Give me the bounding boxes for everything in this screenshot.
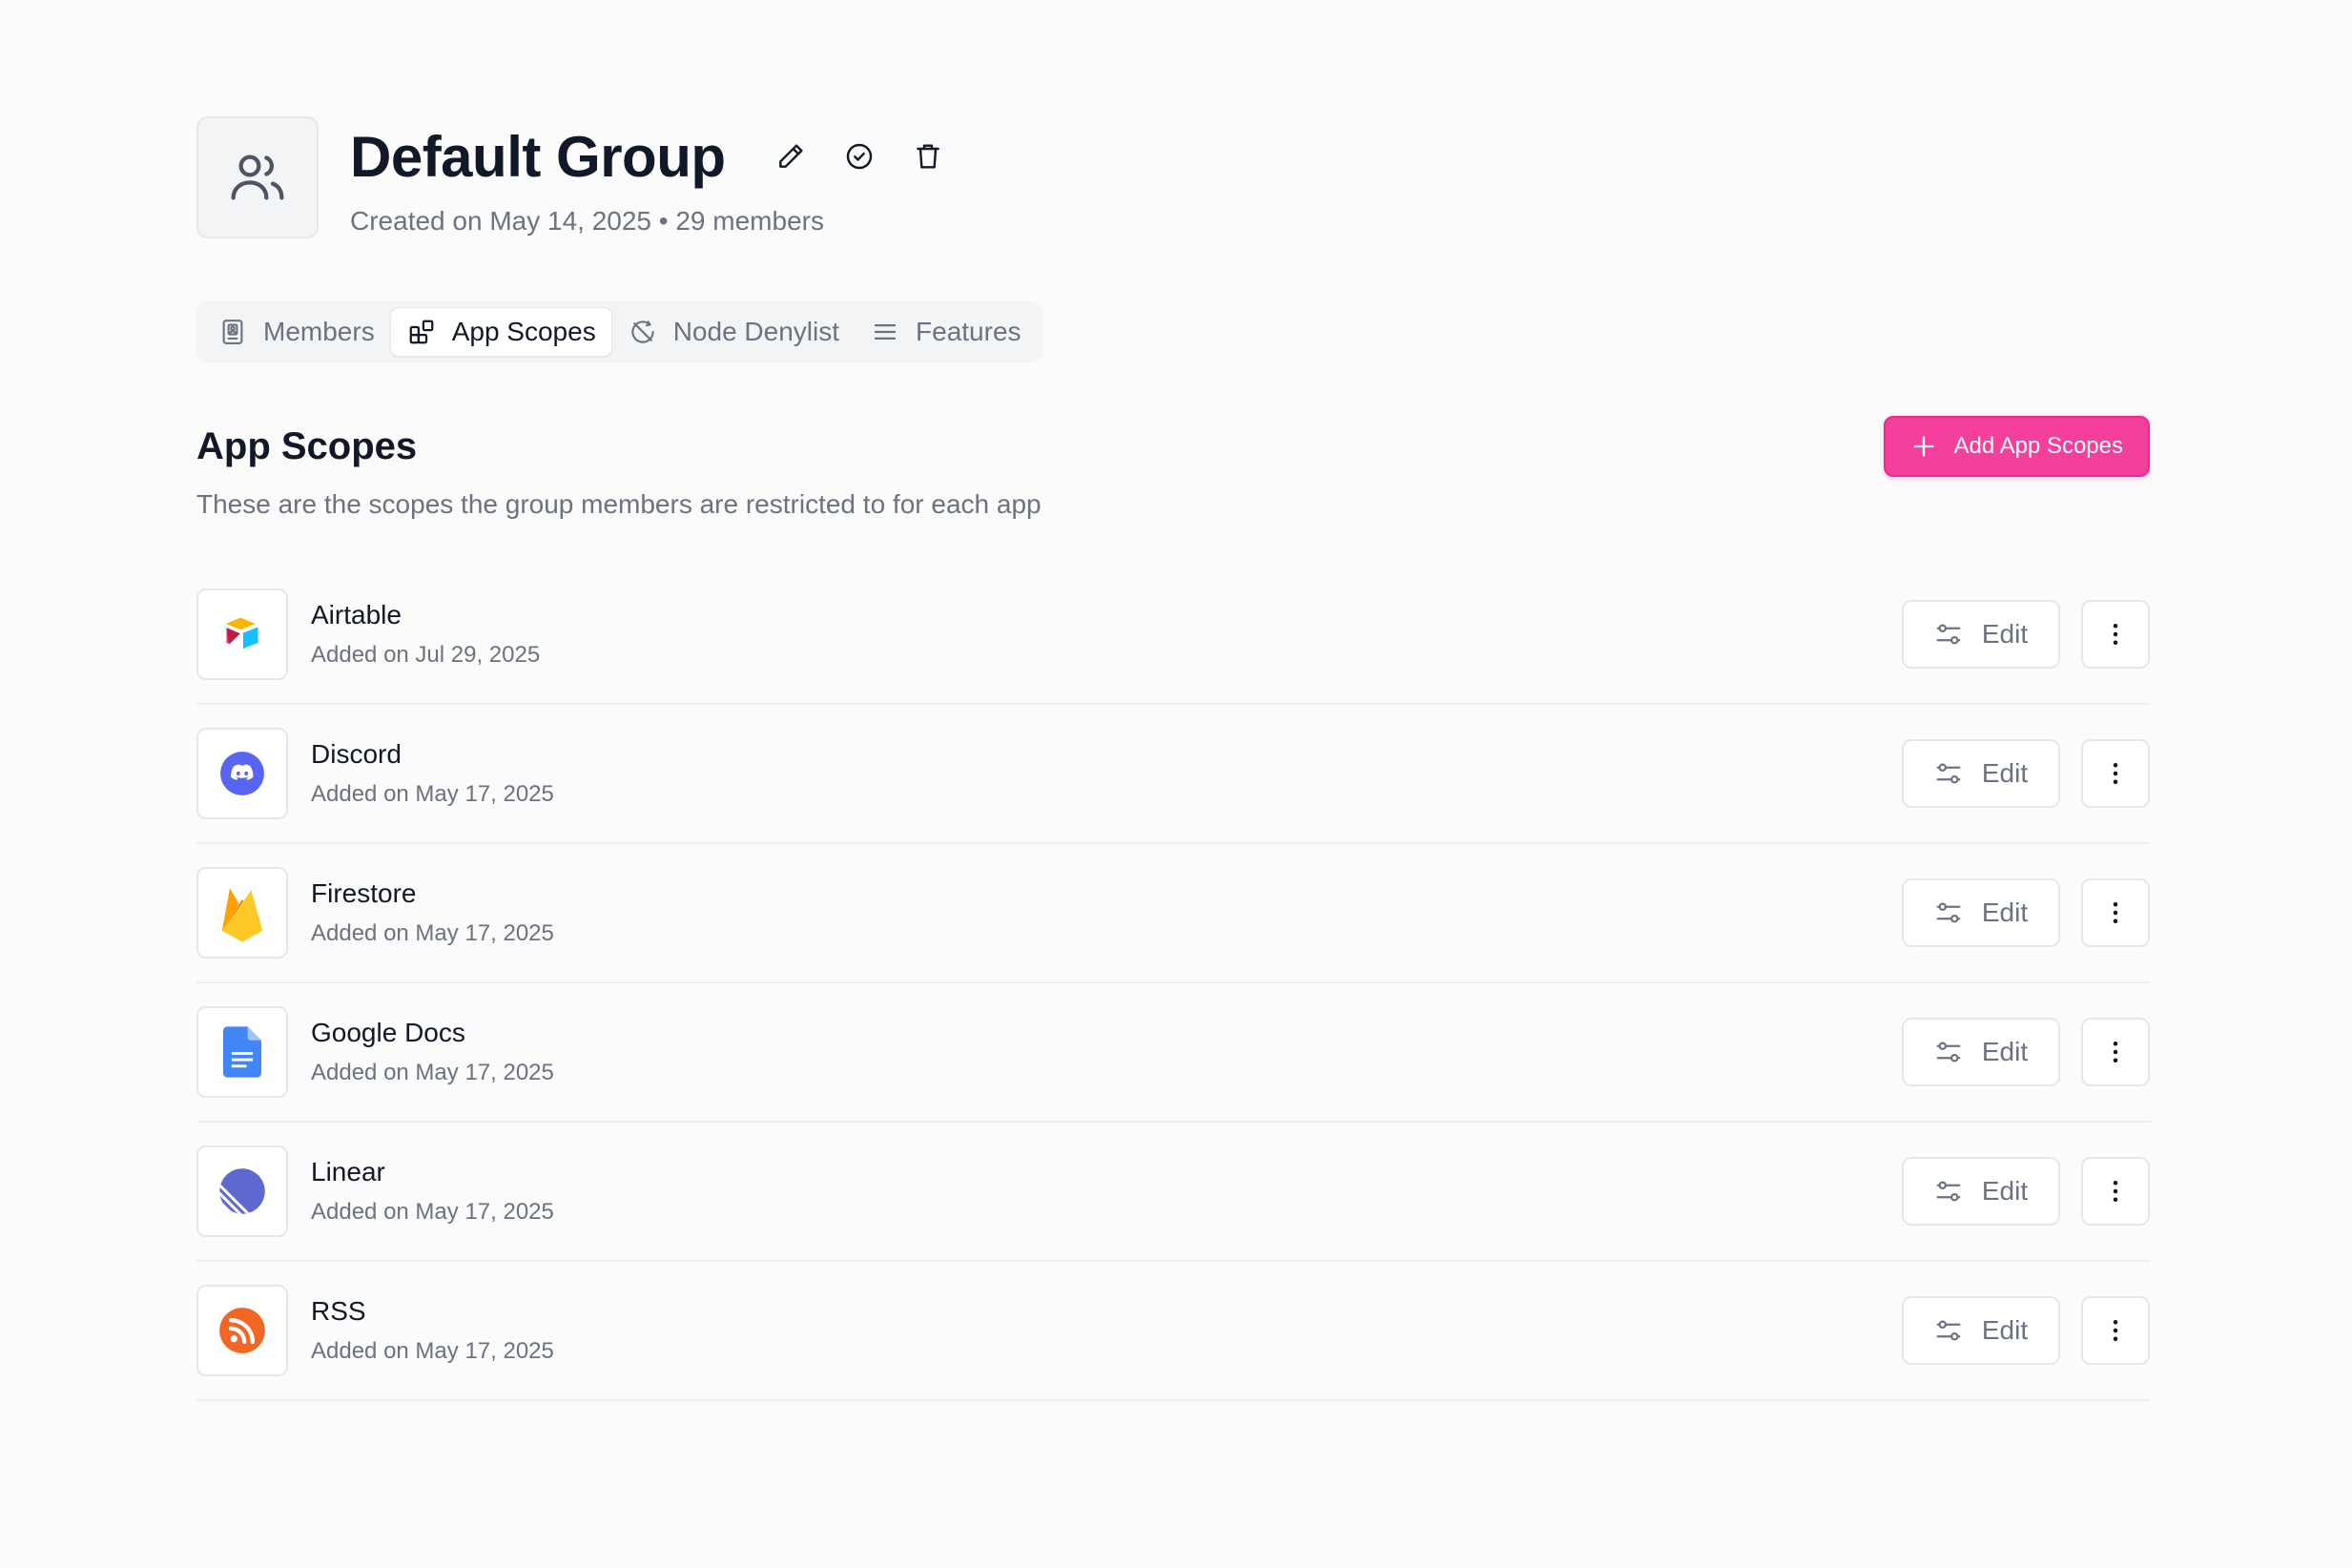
tab-label: Features [916, 317, 1021, 346]
sliders-icon [1936, 1042, 1961, 1063]
more-options-button[interactable] [2081, 600, 2150, 669]
page-title: Default Group [350, 124, 726, 189]
more-vertical-icon [2113, 1320, 2118, 1341]
section-description: These are the scopes the group members a… [196, 489, 1042, 519]
app-row-discord: Discord Added on May 17, 2025 Edit [196, 705, 2150, 844]
more-options-button[interactable] [2081, 878, 2150, 947]
sliders-icon [1936, 624, 1961, 645]
app-name: Linear [311, 1157, 385, 1186]
app-icon-container [196, 1145, 288, 1237]
trash-icon [916, 144, 939, 169]
verify-group-button[interactable] [833, 130, 886, 183]
app-name: Discord [311, 739, 402, 769]
more-options-button[interactable] [2081, 1296, 2150, 1365]
more-options-button[interactable] [2081, 1157, 2150, 1226]
check-circle-icon [846, 143, 872, 170]
blocks-icon [409, 320, 434, 344]
group-header: Default Group Created on May 14, 2025 • … [196, 116, 2150, 238]
app-name: Firestore [311, 878, 417, 908]
sliders-icon [1936, 763, 1961, 784]
rss-icon [219, 1308, 265, 1353]
more-vertical-icon [2113, 763, 2118, 784]
app-date: Added on May 17, 2025 [311, 1060, 554, 1085]
more-options-button[interactable] [2081, 1018, 2150, 1086]
tab-features[interactable]: Features [855, 307, 1037, 357]
users-icon [231, 155, 284, 200]
app-icon-container [196, 1006, 288, 1098]
more-vertical-icon [2113, 902, 2118, 923]
edit-button[interactable]: Edit [1902, 1296, 2060, 1365]
more-vertical-icon [2113, 1181, 2118, 1202]
app-date: Added on May 17, 2025 [311, 1199, 554, 1225]
pencil-icon [778, 144, 803, 168]
more-options-button[interactable] [2081, 739, 2150, 808]
more-vertical-icon [2113, 1042, 2118, 1063]
app-date: Added on May 17, 2025 [311, 1338, 554, 1364]
app-row-firestore: Firestore Added on May 17, 2025 Edit [196, 844, 2150, 983]
app-icon-container [196, 588, 288, 680]
group-page: Default Group Created on May 14, 2025 • … [196, 116, 2150, 1401]
tab-label: Node Denylist [672, 317, 840, 346]
app-icon-container [196, 867, 288, 959]
menu-icon [874, 324, 897, 340]
app-row-airtable: Airtable Added on Jul 29, 2025 Edit [196, 566, 2150, 705]
group-meta: Created on May 14, 2025 • 29 members [350, 206, 824, 236]
edit-label: Edit [1981, 758, 2029, 788]
app-date: Added on May 17, 2025 [311, 920, 554, 946]
app-scopes-list: Airtable Added on Jul 29, 2025 Edit Disc… [196, 566, 2150, 1401]
edit-label: Edit [1981, 1176, 2029, 1206]
airtable-icon [225, 617, 258, 650]
app-row-rss: RSS Added on May 17, 2025 Edit [196, 1262, 2150, 1401]
edit-button[interactable]: Edit [1902, 878, 2060, 947]
sliders-icon [1936, 1320, 1961, 1341]
edit-label: Edit [1981, 619, 2029, 649]
google-docs-icon [223, 1026, 261, 1078]
app-name: RSS [311, 1296, 366, 1326]
add-button-label: Add App Scopes [1953, 433, 2123, 459]
edit-group-button[interactable] [764, 130, 817, 183]
group-tabs: Members App Scopes Node Denylist Feature… [196, 301, 1042, 362]
app-icon-container [196, 728, 288, 819]
app-row-google-docs: Google Docs Added on May 17, 2025 Edit [196, 983, 2150, 1123]
tab-label: App Scopes [451, 317, 596, 346]
delete-group-button[interactable] [901, 130, 955, 183]
plus-icon [1913, 436, 1934, 457]
app-icon-container [196, 1285, 288, 1376]
edit-label: Edit [1981, 897, 2029, 927]
add-app-scopes-button[interactable]: Add App Scopes [1883, 416, 2150, 477]
blocked-icon [631, 320, 654, 343]
tab-label: Members [263, 317, 375, 346]
app-name: Google Docs [311, 1018, 465, 1047]
app-row-linear: Linear Added on May 17, 2025 Edit [196, 1123, 2150, 1262]
tab-members[interactable]: Members [202, 307, 390, 357]
edit-button[interactable]: Edit [1902, 1018, 2060, 1086]
app-name: Airtable [311, 600, 402, 629]
discord-icon [220, 752, 264, 795]
app-date: Added on Jul 29, 2025 [311, 642, 541, 668]
app-date: Added on May 17, 2025 [311, 781, 554, 807]
sliders-icon [1936, 1181, 1961, 1202]
firestore-icon [221, 888, 263, 942]
edit-label: Edit [1981, 1037, 2029, 1066]
edit-label: Edit [1981, 1315, 2029, 1345]
linear-icon [219, 1168, 265, 1214]
edit-button[interactable]: Edit [1902, 600, 2060, 669]
edit-button[interactable]: Edit [1902, 1157, 2060, 1226]
tab-node-denylist[interactable]: Node Denylist [612, 307, 855, 357]
tab-app-scopes[interactable]: App Scopes [389, 307, 612, 357]
app-scopes-section-header: App Scopes These are the scopes the grou… [196, 416, 2150, 520]
section-title: App Scopes [196, 425, 418, 467]
group-avatar [196, 116, 319, 238]
contact-icon [222, 320, 243, 344]
sliders-icon [1936, 902, 1961, 923]
edit-button[interactable]: Edit [1902, 739, 2060, 808]
more-vertical-icon [2113, 624, 2118, 645]
